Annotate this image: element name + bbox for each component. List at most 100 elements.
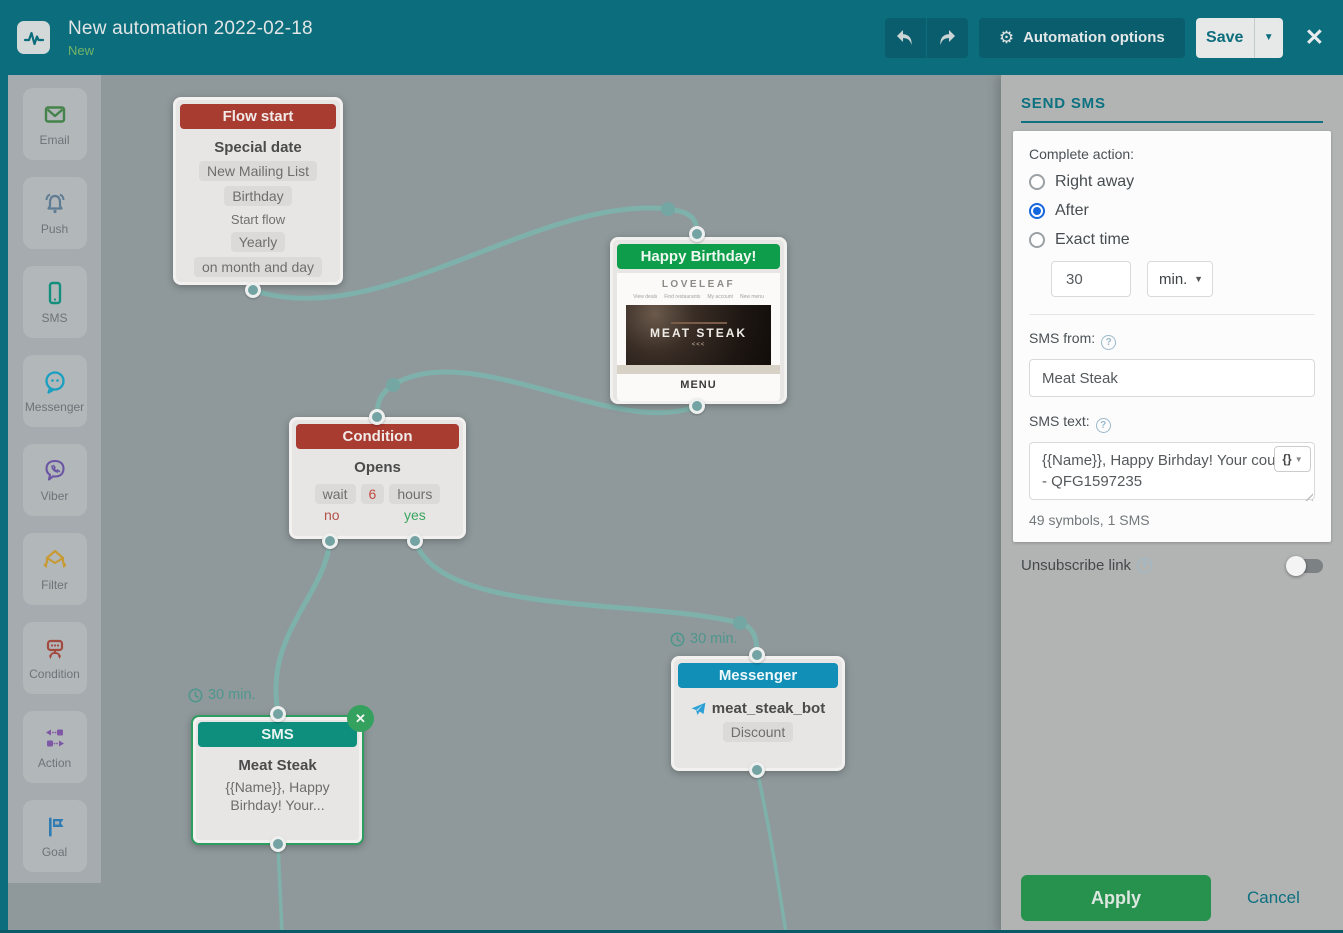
chevron-down-icon: ▼ — [1194, 274, 1203, 284]
start-flow-label: Start flow — [176, 212, 340, 227]
redo-button[interactable] — [927, 18, 968, 58]
connector-condition-in[interactable] — [369, 409, 385, 425]
radio-after[interactable]: After — [1029, 202, 1315, 220]
filter-icon — [41, 547, 69, 573]
sidebar-item-viber[interactable]: Viber — [23, 444, 87, 516]
connector-email-out[interactable] — [689, 398, 705, 414]
radio-circle-checked[interactable] — [1029, 203, 1045, 219]
node-email-header: Happy Birthday! — [617, 244, 780, 269]
unsubscribe-toggle[interactable] — [1289, 559, 1323, 573]
insert-variable-button[interactable]: {}▼ — [1274, 446, 1311, 472]
sidebar-item-goal[interactable]: Goal — [23, 800, 87, 872]
action-icon — [41, 725, 69, 751]
messenger-delay-label: 30 min. — [670, 631, 738, 647]
condition-icon — [41, 636, 69, 662]
connector-flow-start-out[interactable] — [245, 282, 261, 298]
delay-unit-select[interactable]: min. ▼ — [1147, 261, 1213, 297]
email-hero-image: MEAT STEAK <<< — [626, 305, 771, 365]
delay-value-input[interactable] — [1051, 261, 1131, 297]
connector-sms-out[interactable] — [270, 836, 286, 852]
node-messenger[interactable]: Messenger meat_steak_bot Discount — [671, 656, 845, 771]
sidebar-item-condition[interactable]: Condition — [23, 622, 87, 694]
sidebar-item-action[interactable]: Action — [23, 711, 87, 783]
sms-from-label: SMS from:? — [1029, 330, 1315, 350]
node-sms[interactable]: ✕ SMS Meat Steak {{Name}}, Happy Birhday… — [191, 715, 364, 845]
email-nav: View deals Find restaurants My account N… — [617, 294, 780, 300]
toggle-knob — [1286, 556, 1306, 576]
divider — [1029, 314, 1315, 315]
telegram-icon — [691, 702, 706, 716]
radio-circle[interactable] — [1029, 232, 1045, 248]
blocks-sidebar: Email Push SMS Messenger Viber Filter Co… — [8, 75, 101, 883]
connector-email-in[interactable] — [689, 226, 705, 242]
connector-messenger-in[interactable] — [749, 647, 765, 663]
clock-icon — [670, 632, 685, 647]
automation-options-button[interactable]: ⚙ Automation options — [979, 18, 1185, 58]
complete-action-label: Complete action: — [1029, 146, 1315, 162]
delete-node-button[interactable]: ✕ — [347, 705, 374, 732]
node-condition[interactable]: Condition Opens wait 6 hours no yes — [289, 417, 466, 539]
sms-text-input[interactable]: {{Name}}, Happy Birhday! Your coupon - Q… — [1029, 442, 1315, 500]
email-brand-logo: LOVELEAF — [617, 279, 780, 290]
apply-button[interactable]: Apply — [1021, 875, 1211, 921]
app-header: New automation 2022-02-18 New ⚙ Automati… — [0, 0, 1343, 75]
sms-counter: 49 symbols, 1 SMS — [1029, 512, 1315, 528]
unsubscribe-label: Unsubscribe link — [1021, 557, 1131, 574]
condition-type: Opens — [292, 459, 463, 476]
cancel-button[interactable]: Cancel — [1247, 888, 1300, 908]
node-flow-start-header: Flow start — [180, 104, 336, 129]
sidebar-item-messenger[interactable]: Messenger — [23, 355, 87, 427]
sidebar-item-filter[interactable]: Filter — [23, 533, 87, 605]
connector-messenger-out[interactable] — [749, 762, 765, 778]
sms-sender: Meat Steak — [193, 757, 362, 774]
save-dropdown-button[interactable]: ▼ — [1254, 18, 1283, 58]
email-menu-label: MENU — [617, 379, 780, 391]
node-messenger-header: Messenger — [678, 663, 838, 688]
radio-circle[interactable] — [1029, 174, 1045, 190]
connector-condition-yes[interactable] — [407, 533, 423, 549]
branch-no-label: no — [324, 507, 340, 523]
bot-name: meat_steak_bot — [712, 700, 825, 717]
connector-sms-in[interactable] — [270, 706, 286, 722]
mailing-list-tag: New Mailing List — [199, 161, 317, 181]
close-editor-button[interactable]: ✕ — [1305, 26, 1324, 49]
flow-canvas[interactable]: Flow start Special date New Mailing List… — [8, 75, 1001, 933]
period-tag: Yearly — [231, 232, 285, 252]
panel-title-rule — [1021, 121, 1323, 123]
radio-right-away[interactable]: Right away — [1029, 173, 1315, 191]
save-button[interactable]: Save — [1196, 18, 1254, 58]
help-icon[interactable]: ? — [1101, 335, 1116, 350]
app-logo-icon — [17, 21, 50, 54]
goal-flag-icon — [41, 814, 69, 840]
node-sms-header: SMS — [198, 722, 357, 747]
settings-panel: SEND SMS Complete action: Right away Aft… — [1001, 75, 1343, 933]
gear-icon: ⚙ — [999, 28, 1014, 48]
help-icon[interactable]: ? — [1096, 418, 1111, 433]
node-email[interactable]: Happy Birthday! LOVELEAF View deals Find… — [610, 237, 787, 404]
panel-title: SEND SMS — [1021, 95, 1323, 112]
clock-icon — [188, 688, 203, 703]
email-preview: LOVELEAF View deals Find restaurants My … — [617, 273, 780, 401]
wait-label-pill: wait — [315, 484, 356, 504]
undo-button[interactable] — [885, 18, 926, 58]
sms-from-input[interactable] — [1029, 359, 1315, 397]
sms-delay-label: 30 min. — [188, 687, 256, 703]
sidebar-item-email[interactable]: Email — [23, 88, 87, 160]
sidebar-item-sms[interactable]: SMS — [23, 266, 87, 338]
sms-text-label: SMS text:? — [1029, 413, 1315, 433]
node-flow-start[interactable]: Flow start Special date New Mailing List… — [173, 97, 343, 285]
sidebar-item-push[interactable]: Push — [23, 177, 87, 249]
sms-message-preview: {{Name}}, Happy Birhday! Your... — [193, 778, 362, 814]
undo-icon — [895, 29, 915, 47]
help-icon[interactable]: ? — [1137, 558, 1152, 573]
radio-exact-time[interactable]: Exact time — [1029, 231, 1315, 249]
chevron-down-icon: ▼ — [1295, 455, 1303, 464]
smartphone-icon — [41, 280, 69, 306]
connector-condition-no[interactable] — [322, 533, 338, 549]
bell-icon — [41, 191, 69, 217]
wait-value-pill: 6 — [361, 484, 385, 504]
redo-icon — [937, 29, 957, 47]
sms-settings-card: Complete action: Right away After Exact … — [1013, 131, 1331, 542]
wait-unit-pill: hours — [389, 484, 440, 504]
trigger-type: Special date — [176, 139, 340, 156]
